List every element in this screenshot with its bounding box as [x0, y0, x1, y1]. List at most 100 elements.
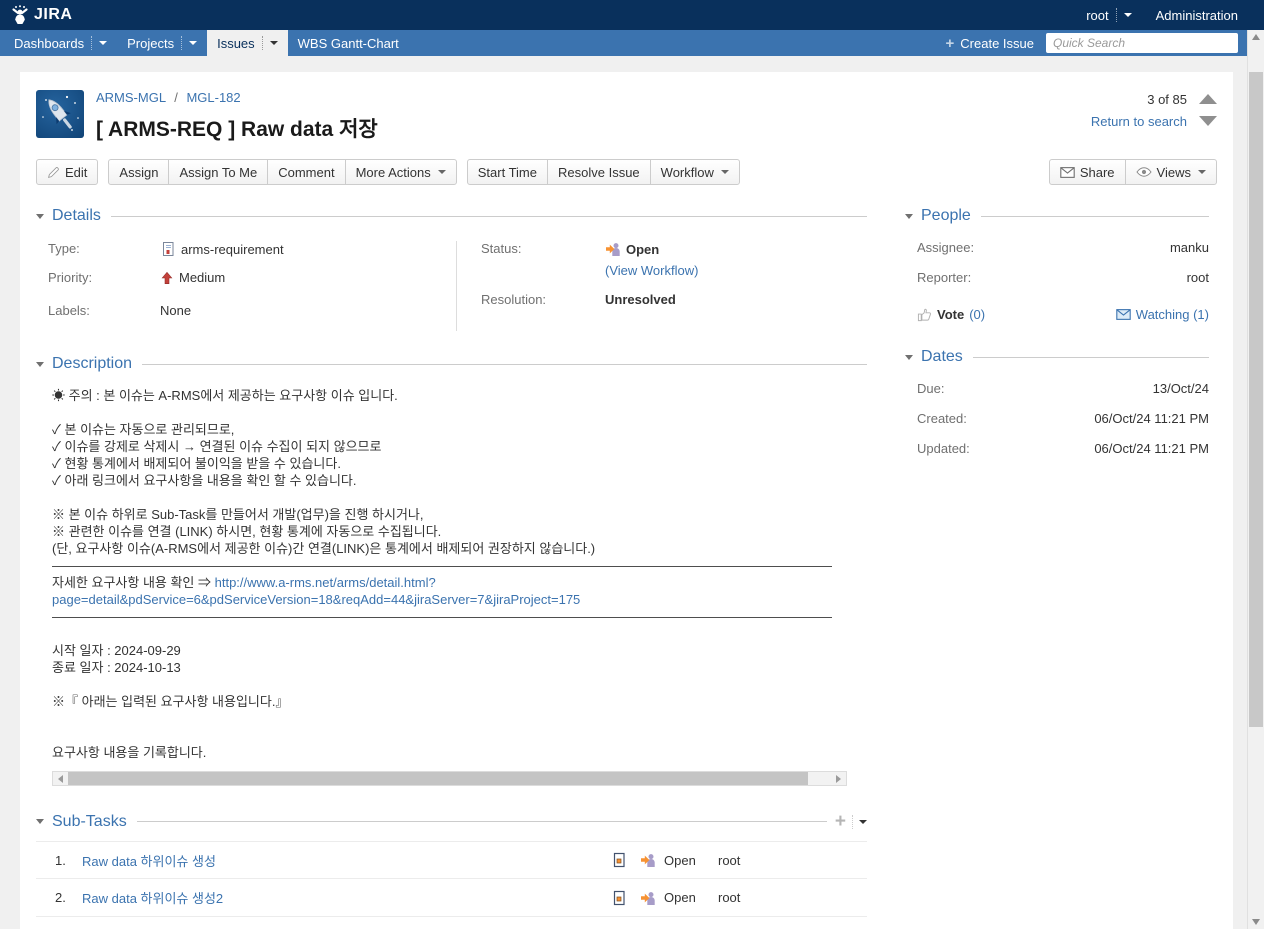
description-horizontal-scrollbar[interactable] — [52, 771, 847, 786]
administration-link[interactable]: Administration — [1156, 8, 1238, 23]
created-field: Created: 06/Oct/24 11:21 PM — [905, 411, 1209, 426]
due-value: 13/Oct/24 — [1153, 381, 1209, 396]
resolve-issue-button[interactable]: Resolve Issue — [547, 159, 651, 185]
blank-line — [52, 625, 867, 642]
quick-search-input[interactable] — [1046, 33, 1238, 53]
scroll-up-icon[interactable] — [1252, 34, 1260, 40]
people-heading: People — [921, 207, 971, 225]
reporter-field: Reporter: root — [905, 270, 1209, 285]
divider — [91, 36, 92, 50]
scrollbar-thumb[interactable] — [68, 772, 808, 785]
section-collapse-icon[interactable] — [905, 214, 913, 219]
section-rule — [973, 357, 1209, 358]
more-actions-button[interactable]: More Actions — [345, 159, 457, 185]
scrollbar-thumb[interactable] — [1249, 72, 1263, 727]
watching-link[interactable]: Watching (1) — [1116, 307, 1209, 322]
assign-to-me-label: Assign To Me — [179, 165, 257, 180]
workflow-button[interactable]: Workflow — [650, 159, 740, 185]
edit-button[interactable]: Edit — [36, 159, 98, 185]
resolution-label: Resolution: — [469, 292, 605, 307]
issue-pager: 3 of 85 Return to search — [1091, 88, 1217, 132]
nav-dashboards[interactable]: Dashboards — [4, 30, 117, 56]
subtasks-section-header: Sub-Tasks + — [36, 812, 867, 831]
next-issue-icon[interactable] — [1199, 116, 1217, 126]
section-collapse-icon[interactable] — [36, 362, 44, 367]
requirement-detail-link[interactable]: http://www.a-rms.net/arms/detail.html? — [215, 575, 436, 590]
divider — [181, 36, 182, 50]
labels-field: Labels: None — [36, 303, 456, 318]
requirement-detail-link-continued[interactable]: page=detail&pdService=6&pdServiceVersion… — [52, 592, 580, 607]
chevron-down-icon — [721, 170, 729, 174]
status-field: Status: Open (View Workflow) — [469, 241, 867, 278]
section-collapse-icon[interactable] — [36, 819, 44, 824]
subtask-title-link[interactable]: Raw data 하위이슈 생성 — [82, 851, 611, 870]
section-collapse-icon[interactable] — [36, 214, 44, 219]
jira-logo[interactable]: JIRA — [10, 5, 72, 25]
nav-issues[interactable]: Issues — [207, 30, 288, 56]
comment-button[interactable]: Comment — [267, 159, 345, 185]
dates-heading: Dates — [921, 348, 963, 366]
details-fields: Type: arms-requirement Priority: — [36, 241, 867, 331]
assign-to-me-button[interactable]: Assign To Me — [168, 159, 268, 185]
breadcrumb-issue-key-link[interactable]: MGL-182 — [186, 90, 240, 105]
section-collapse-icon[interactable] — [905, 355, 913, 360]
subtask-list: 1. Raw data 하위이슈 생성 — [36, 841, 867, 917]
pager-count: 3 of 85 — [1147, 92, 1187, 107]
scroll-down-icon[interactable] — [1252, 919, 1260, 925]
vertical-scrollbar[interactable] — [1247, 30, 1264, 929]
user-menu[interactable]: root — [1086, 8, 1131, 23]
previous-issue-icon[interactable] — [1199, 94, 1217, 104]
assign-button[interactable]: Assign — [108, 159, 169, 185]
nav-projects[interactable]: Projects — [117, 30, 207, 56]
subtask-type-icon — [611, 852, 627, 868]
return-to-search-link[interactable]: Return to search — [1091, 114, 1187, 129]
share-views-group: Share Views — [1049, 159, 1217, 185]
link-prefix: 자세한 요구사항 내용 확인 ⇒ — [52, 575, 215, 590]
comment-label: Comment — [278, 165, 334, 180]
section-rule — [981, 216, 1209, 217]
views-button[interactable]: Views — [1125, 159, 1217, 185]
scrollbar-track[interactable] — [68, 772, 831, 785]
created-label: Created: — [917, 411, 967, 426]
breadcrumb-project-link[interactable]: ARMS-MGL — [96, 90, 166, 105]
subtask-assignee: root — [718, 890, 740, 905]
subtask-row: 2. Raw data 하위이슈 생성2 — [36, 879, 867, 917]
breadcrumb-separator: / — [174, 90, 178, 105]
subtasks-heading: Sub-Tasks — [52, 813, 127, 831]
updated-label: Updated: — [917, 441, 970, 456]
description-line: ✓ 본 이슈는 자동으로 관리되므로, — [52, 421, 867, 438]
vote-link[interactable]: Vote (0) — [917, 307, 985, 322]
add-subtask-icon[interactable]: + — [835, 812, 846, 831]
scroll-left-icon[interactable] — [53, 772, 68, 785]
start-time-button[interactable]: Start Time — [467, 159, 548, 185]
project-avatar[interactable] — [36, 90, 84, 138]
view-workflow-link[interactable]: (View Workflow) — [605, 263, 698, 278]
description-line: ※ 관련한 이슈를 연결 (LINK) 하시면, 현황 통계에 자동으로 수집됩… — [52, 523, 867, 540]
share-envelope-icon — [1060, 167, 1075, 178]
create-issue-button[interactable]: + Create Issue — [946, 36, 1034, 51]
header-right: root Administration — [1086, 8, 1238, 23]
divider — [1116, 8, 1117, 22]
subtask-title-link[interactable]: Raw data 하위이슈 생성2 — [82, 888, 611, 907]
chevron-down-icon — [99, 41, 107, 45]
blank-line — [52, 676, 867, 693]
vote-thumb-icon — [917, 307, 932, 322]
nav-wbs-label: WBS Gantt-Chart — [298, 36, 399, 51]
scroll-right-icon[interactable] — [831, 772, 846, 785]
description-line: 종료 일자 : 2024-10-13 — [52, 659, 867, 676]
nav-wbs-gantt-chart[interactable]: WBS Gantt-Chart — [288, 30, 409, 56]
type-value: arms-requirement — [181, 242, 284, 257]
priority-medium-icon — [160, 271, 174, 285]
chevron-down-icon — [438, 170, 446, 174]
description-line: ※ 본 이슈 하위로 Sub-Task를 만들어서 개발(업무)을 진행 하시거… — [52, 506, 867, 523]
issue-header: ARMS-MGL / MGL-182 [ ARMS-REQ ] Raw data… — [20, 72, 1233, 143]
main-column: Details Type: arms-requirement — [36, 207, 867, 917]
chevron-down-icon — [1198, 170, 1206, 174]
share-button[interactable]: Share — [1049, 159, 1126, 185]
start-time-label: Start Time — [478, 165, 537, 180]
description-link-line2: page=detail&pdService=6&pdServiceVersion… — [52, 591, 867, 608]
description-line: ✓ 현황 통계에서 배제되어 불이익을 받을 수 있습니다. — [52, 455, 867, 472]
chevron-down-icon[interactable] — [859, 820, 867, 824]
updated-field: Updated: 06/Oct/24 11:21 PM — [905, 441, 1209, 456]
subtask-number: 2. — [55, 890, 82, 905]
